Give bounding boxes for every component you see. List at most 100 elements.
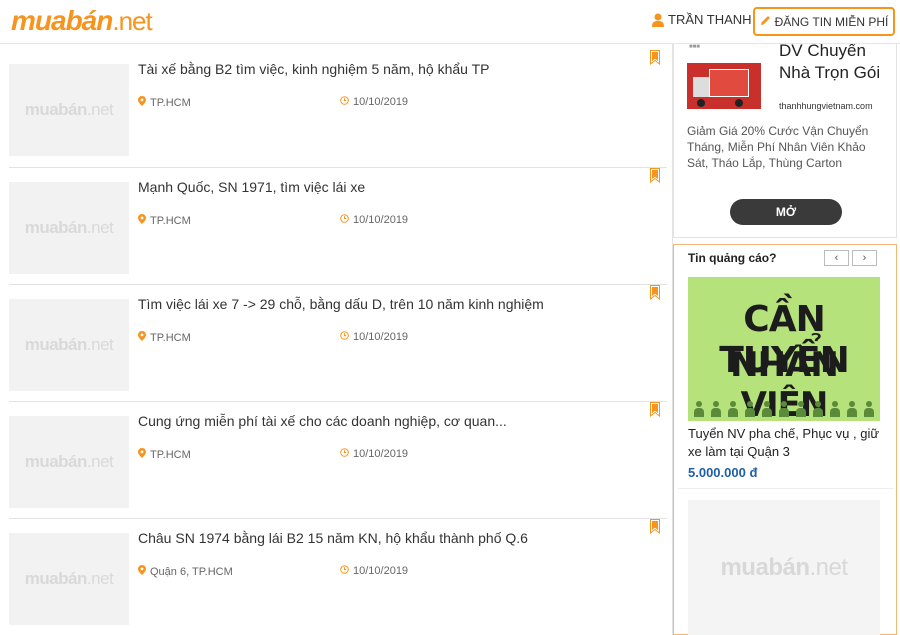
- bookmark-icon[interactable]: [650, 519, 660, 539]
- location-text: Quận 6, TP.HCM: [150, 565, 233, 578]
- pencil-icon: [760, 15, 771, 29]
- truck-image[interactable]: [687, 63, 761, 109]
- person-icon: [692, 401, 706, 417]
- listing-location: TP.HCM: [138, 214, 191, 227]
- ad-separator: [678, 488, 894, 489]
- date-text: 10/10/2019: [353, 214, 409, 226]
- thumbnail-watermark: muabán.net: [24, 218, 114, 237]
- person-icon: [743, 401, 757, 417]
- bookmark-icon[interactable]: [650, 50, 660, 70]
- location-pin-icon: [138, 331, 146, 344]
- logo-tld: .net: [112, 6, 152, 36]
- thumbnail-watermark: muabán.net: [24, 100, 114, 119]
- chevron-right-icon[interactable]: ›: [852, 250, 877, 266]
- chevron-left-icon[interactable]: ‹: [824, 250, 849, 266]
- listing-thumbnail[interactable]: muabán.net: [9, 299, 129, 391]
- location-text: TP.HCM: [150, 448, 191, 461]
- person-icon: [811, 401, 825, 417]
- person-icon: [794, 401, 808, 417]
- listing-date: 10/10/2019: [340, 331, 408, 343]
- location-pin-icon: [138, 565, 146, 578]
- location-text: TP.HCM: [150, 96, 191, 109]
- location-pin-icon: [138, 96, 146, 109]
- location-text: TP.HCM: [150, 331, 191, 344]
- sidebar-ad-moving-service[interactable]: ■■■ DV Chuyển Nhà Trọn Gói thanhhungviet…: [673, 41, 897, 238]
- open-ad-button[interactable]: MỞ: [730, 199, 842, 225]
- ad-placeholder-image[interactable]: muabán.net: [688, 500, 880, 635]
- date-text: 10/10/2019: [353, 96, 409, 108]
- listing-thumbnail[interactable]: muabán.net: [9, 64, 129, 156]
- people-icons: [692, 401, 876, 417]
- ad-title[interactable]: DV Chuyển Nhà Trọn Gói: [779, 40, 889, 84]
- ad-price: 5.000.000 đ: [688, 465, 758, 480]
- person-icon: [777, 401, 791, 417]
- clock-icon: [340, 331, 349, 343]
- listing-title[interactable]: Châu SN 1974 bằng lái B2 15 năm KN, hộ k…: [138, 530, 528, 546]
- list-item[interactable]: muabán.net Châu SN 1974 bằng lái B2 15 n…: [9, 518, 667, 635]
- listing-thumbnail[interactable]: muabán.net: [9, 416, 129, 508]
- thumbnail-watermark: muabán.net: [24, 569, 114, 588]
- location-pin-icon: [138, 214, 146, 227]
- sidebar-ad-carousel: Tin quảng cáo? ‹ › CẦN TUYỂN NHÂN VIÊN T…: [673, 244, 897, 635]
- person-icon: [845, 401, 859, 417]
- listing-date: 10/10/2019: [340, 565, 408, 577]
- logo-brand: muabán: [11, 5, 113, 36]
- listing-location: TP.HCM: [138, 331, 191, 344]
- clock-icon: [340, 96, 349, 108]
- post-ad-label: ĐĂNG TIN MIỄN PHÍ: [774, 14, 889, 29]
- person-icon: [760, 401, 774, 417]
- listing-list: muabán.net Tài xế bằng B2 tìm việc, kinh…: [9, 44, 667, 635]
- listing-thumbnail[interactable]: muabán.net: [9, 533, 129, 625]
- location-pin-icon: [138, 448, 146, 461]
- truck-cab-icon: [693, 77, 709, 97]
- clock-icon: [340, 448, 349, 460]
- recruitment-banner[interactable]: CẦN TUYỂN NHÂN VIÊN: [688, 277, 880, 421]
- date-text: 10/10/2019: [353, 331, 409, 343]
- list-item[interactable]: muabán.net Tìm việc lái xe 7 -> 29 chỗ, …: [9, 284, 667, 401]
- listing-title[interactable]: Mạnh Quốc, SN 1971, tìm việc lái xe: [138, 179, 365, 195]
- bookmark-icon[interactable]: [650, 285, 660, 305]
- listing-location: TP.HCM: [138, 448, 191, 461]
- listing-title[interactable]: Tìm việc lái xe 7 -> 29 chỗ, bằng dấu D,…: [138, 296, 544, 312]
- list-item[interactable]: muabán.net Mạnh Quốc, SN 1971, tìm việc …: [9, 167, 667, 284]
- site-logo[interactable]: muabán.net: [11, 5, 153, 37]
- person-icon: [726, 401, 740, 417]
- person-icon: [828, 401, 842, 417]
- clock-icon: [340, 565, 349, 577]
- listing-location: TP.HCM: [138, 96, 191, 109]
- listing-date: 10/10/2019: [340, 448, 408, 460]
- list-item[interactable]: muabán.net Cung ứng miễn phí tài xế cho …: [9, 401, 667, 518]
- listing-location: Quận 6, TP.HCM: [138, 565, 233, 578]
- ad-logo-icon: ■■■: [689, 44, 700, 50]
- wheel-icon: [735, 99, 743, 107]
- user-name: TRẦN THANH: [668, 12, 752, 27]
- listing-date: 10/10/2019: [340, 96, 408, 108]
- thumbnail-watermark: muabán.net: [24, 335, 114, 354]
- ad-description: Giảm Giá 20% Cước Vận Chuyển Tháng, Miễn…: [687, 124, 869, 170]
- bookmark-icon[interactable]: [650, 402, 660, 422]
- bookmark-icon[interactable]: [650, 168, 660, 188]
- site-header: muabán.net TRẦN THANH ĐĂNG TIN MIỄN PHÍ: [0, 0, 900, 44]
- person-icon: [709, 401, 723, 417]
- listing-date: 10/10/2019: [340, 214, 408, 226]
- placeholder-watermark: muabán.net: [720, 554, 848, 581]
- carousel-controls: ‹ ›: [824, 250, 877, 266]
- ad-site[interactable]: thanhhungvietnam.com: [779, 101, 873, 111]
- user-menu[interactable]: TRẦN THANH: [652, 12, 752, 27]
- ad-job-text[interactable]: Tuyển NV pha chế, Phục vụ , giữ xe làm t…: [688, 425, 883, 461]
- list-item[interactable]: muabán.net Tài xế bằng B2 tìm việc, kinh…: [9, 44, 667, 167]
- listing-title[interactable]: Tài xế bằng B2 tìm việc, kinh nghiệm 5 n…: [138, 61, 489, 77]
- ad-carousel-heading[interactable]: Tin quảng cáo?: [688, 251, 776, 265]
- user-icon: [652, 13, 664, 27]
- location-text: TP.HCM: [150, 214, 191, 227]
- person-icon: [862, 401, 876, 417]
- wheel-icon: [697, 99, 705, 107]
- thumbnail-watermark: muabán.net: [24, 452, 114, 471]
- truck-cargo-icon: [709, 69, 749, 97]
- date-text: 10/10/2019: [353, 565, 409, 577]
- clock-icon: [340, 214, 349, 226]
- post-ad-button[interactable]: ĐĂNG TIN MIỄN PHÍ: [753, 7, 895, 36]
- date-text: 10/10/2019: [353, 448, 409, 460]
- listing-thumbnail[interactable]: muabán.net: [9, 182, 129, 274]
- listing-title[interactable]: Cung ứng miễn phí tài xế cho các doanh n…: [138, 413, 507, 429]
